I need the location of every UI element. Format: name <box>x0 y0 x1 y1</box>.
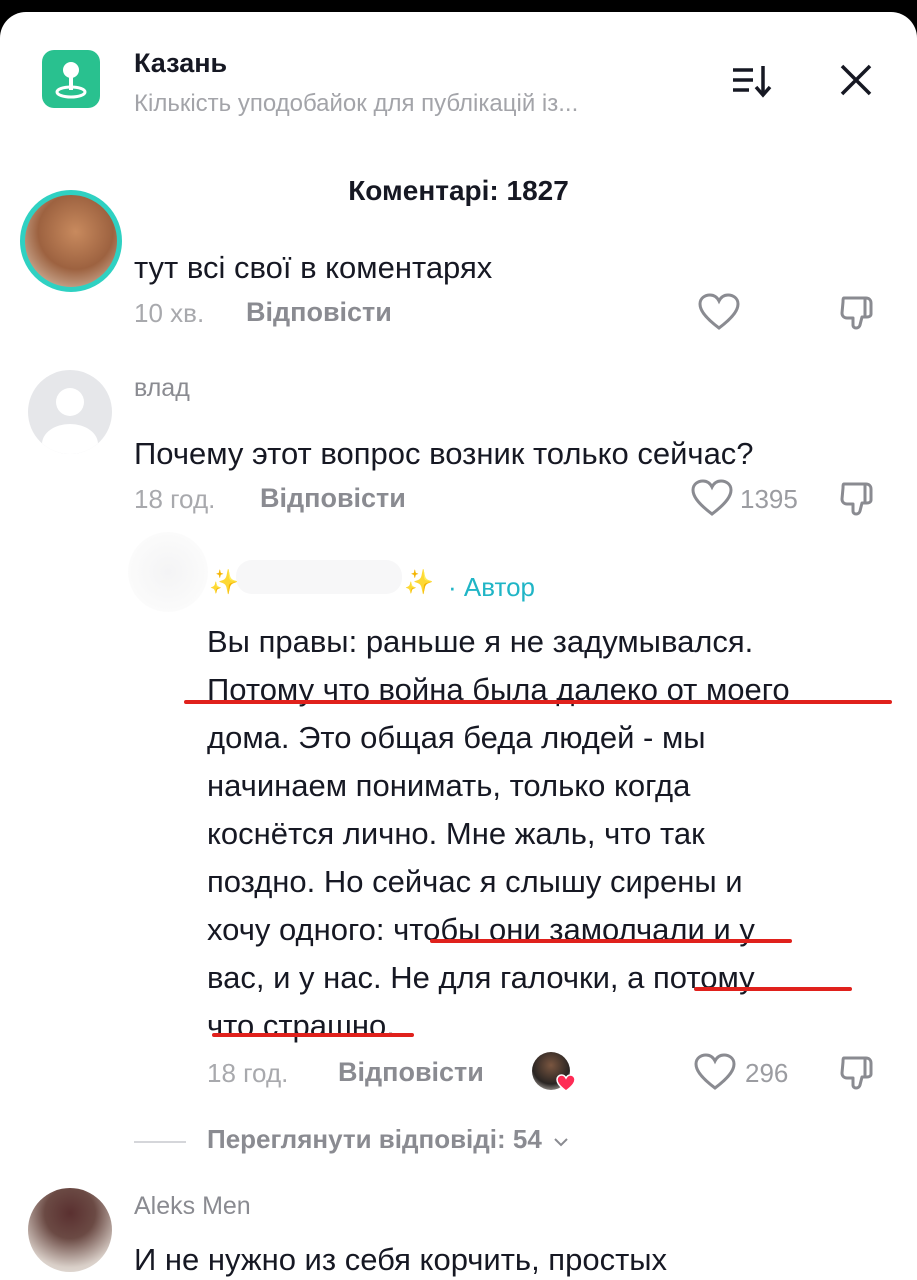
dislike-icon[interactable] <box>836 292 878 339</box>
reply-line: дома. Это общая беда людей - мы <box>207 720 706 755</box>
comment-username[interactable]: Aleks Men <box>134 1192 251 1221</box>
location-app-icon[interactable] <box>42 50 100 108</box>
like-heart-icon[interactable] <box>690 478 734 523</box>
view-replies-label: Переглянути відповіді: 54 <box>207 1124 542 1154</box>
like-heart-icon[interactable] <box>693 1052 737 1097</box>
avatar[interactable] <box>28 370 112 454</box>
comments-sheet: Казань Кількість уподобайок для публікац… <box>0 12 917 1280</box>
comment-time: 18 год. <box>134 484 216 514</box>
view-replies-button[interactable]: Переглянути відповіді: 54 <box>207 1124 569 1155</box>
header-subtitle[interactable]: Кількість уподобайок для публікацій із..… <box>134 90 578 118</box>
dislike-icon[interactable] <box>836 478 878 525</box>
reply-line: вас, и у нас. Не для галочки, а потому <box>207 960 755 995</box>
comment-username[interactable]: влад <box>134 374 190 403</box>
comment-time: 10 хв. <box>134 298 205 328</box>
close-icon[interactable] <box>832 56 880 104</box>
like-heart-icon[interactable] <box>697 292 741 337</box>
avatar[interactable] <box>20 190 122 292</box>
reply-button[interactable]: Відповісти <box>246 297 392 328</box>
reply-time: 18 год. <box>207 1058 289 1088</box>
comment-text: И не нужно из себя корчить, простых <box>134 1242 668 1277</box>
author-reply-text: Вы правы: раньше я не задумывался. Потом… <box>207 618 897 1050</box>
sparkle-icon: ✨ <box>209 569 239 596</box>
reply-line: Вы правы: раньше я не задумывался. <box>207 624 754 659</box>
reply-line: что страшно. <box>207 1008 395 1043</box>
header-title[interactable]: Казань <box>134 48 227 79</box>
highlight-underline <box>430 939 792 943</box>
heart-badge-icon <box>556 1074 576 1097</box>
reply-line: хочу одного: чтобы они замолчали и у <box>207 912 755 947</box>
reply-line: коснётся лично. Мне жаль, что так <box>207 816 705 851</box>
highlight-underline <box>184 700 892 704</box>
reply-button[interactable]: Відповісти <box>260 483 406 514</box>
divider <box>134 1141 186 1143</box>
author-badge: · Автор <box>448 572 536 602</box>
comment-text: Почему этот вопрос возник только сейчас? <box>134 436 754 471</box>
comment-text: тут всі свої в коментарях <box>134 250 493 285</box>
author-avatar-blurred[interactable] <box>128 532 208 612</box>
reply-button[interactable]: Відповісти <box>338 1057 484 1088</box>
author-name-blurred[interactable] <box>236 560 402 594</box>
sparkle-icon: ✨ <box>404 569 434 596</box>
reply-line: начинаем понимать, только когда <box>207 768 691 803</box>
dislike-icon[interactable] <box>836 1052 878 1099</box>
like-count: 1395 <box>740 484 798 514</box>
reply-line: Потому что война была далеко от моего <box>207 672 790 707</box>
reply-line: поздно. Но сейчас я слышу сирены и <box>207 864 743 899</box>
highlight-underline <box>694 987 852 991</box>
chevron-down-icon <box>553 1124 569 1155</box>
avatar[interactable] <box>28 1188 112 1272</box>
like-count: 296 <box>745 1058 789 1088</box>
highlight-underline <box>212 1033 414 1037</box>
comments-count-title: Коментарі: 1827 <box>348 175 569 206</box>
sort-icon[interactable] <box>727 60 777 104</box>
